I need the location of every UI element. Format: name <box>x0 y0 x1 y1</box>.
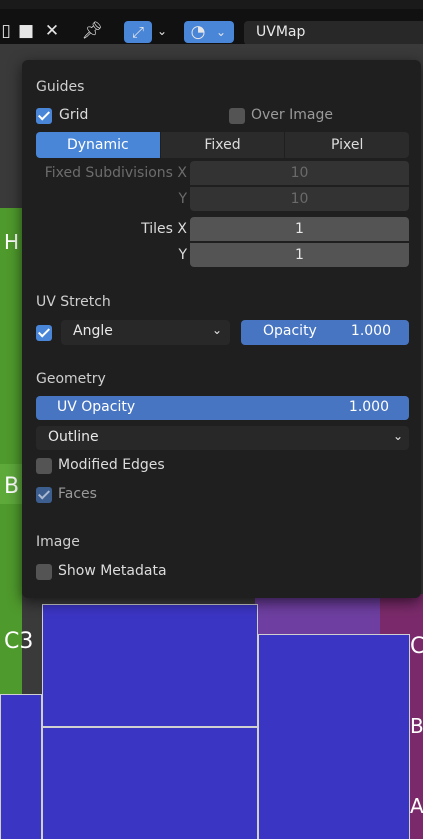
uv-stretch-checkbox[interactable] <box>36 325 52 341</box>
uv-editor-header: ▯ ■ ✕ 📌︎ ⤢ ⌄ ◔ ⌄ UVMap <box>0 0 423 45</box>
chevron-down-icon: ⌄ <box>392 429 403 443</box>
texture-letter: C <box>410 634 423 659</box>
show-metadata-checkbox[interactable] <box>36 564 52 580</box>
tiles-x-label: Tiles X <box>141 221 187 237</box>
fixed-subdivisions-y-label: Y <box>178 191 187 207</box>
over-image-label: Over Image <box>251 107 333 123</box>
uv-stretch-section-title: UV Stretch <box>36 294 111 310</box>
uv-island-top-left[interactable] <box>42 604 258 727</box>
chevron-down-icon[interactable]: ⌄ <box>152 21 172 41</box>
transform-icon: ⤢ <box>131 23 144 41</box>
texture-letter: H <box>4 230 20 254</box>
fixed-subdivisions-y-field[interactable]: 10 <box>190 187 409 211</box>
header-top-strip <box>0 0 423 9</box>
segment-fixed[interactable]: Fixed <box>160 132 285 158</box>
close-icon[interactable]: ✕ <box>40 21 64 41</box>
uv-island-right[interactable] <box>258 634 410 839</box>
segment-dynamic[interactable]: Dynamic <box>36 132 160 158</box>
uvmap-field-value: UVMap <box>256 24 306 40</box>
partial-image-icon[interactable]: ▯ <box>0 21 12 41</box>
guides-section-title: Guides <box>36 79 85 95</box>
uv-opacity-label: UV Opacity <box>57 399 136 415</box>
uv-transform-button[interactable]: ⤢ <box>124 21 152 43</box>
uv-island-left-edge[interactable] <box>0 694 42 839</box>
pin-icon[interactable]: 📌︎ <box>80 21 104 41</box>
tiles-y-label: Y <box>178 247 187 263</box>
geometry-section-title: Geometry <box>36 371 106 387</box>
texture-letter: B <box>4 474 20 499</box>
uv-opacity-value: 1.000 <box>348 399 389 415</box>
uv-opacity-slider[interactable]: UV Opacity 1.000 <box>36 396 409 420</box>
image-icon[interactable]: ■ <box>14 21 38 41</box>
segment-pixel[interactable]: Pixel <box>285 132 409 158</box>
chevron-down-icon: ⌄ <box>211 323 222 337</box>
fixed-subdivisions-x-field[interactable]: 10 <box>190 161 409 185</box>
tiles-y-field[interactable]: 1 <box>190 243 409 267</box>
overlay-icon: ◔ <box>190 22 206 42</box>
uvmap-field[interactable]: UVMap <box>244 21 423 45</box>
texture-region-left <box>0 208 22 698</box>
grid-label: Grid <box>59 107 89 123</box>
faces-checkbox[interactable] <box>36 487 52 503</box>
uv-stretch-mode-dropdown[interactable]: Angle ⌄ <box>61 320 230 345</box>
faces-label: Faces <box>58 486 97 502</box>
modified-edges-label: Modified Edges <box>58 457 165 473</box>
fixed-subdivisions-label: Fixed Subdivisions X <box>44 165 187 181</box>
texture-letter: C3 <box>4 629 34 654</box>
uv-stretch-opacity-value: 1.000 <box>350 323 391 339</box>
grid-checkbox[interactable] <box>36 108 52 124</box>
grid-type-selector: Dynamic Fixed Pixel <box>36 132 409 158</box>
overlays-popover: Guides Grid Over Image Dynamic Fixed Pix… <box>22 60 421 598</box>
overlays-button[interactable]: ◔ ⌄ <box>184 21 234 43</box>
uv-stretch-opacity-slider[interactable]: Opacity 1.000 <box>241 320 409 345</box>
image-section-title: Image <box>36 534 80 550</box>
uv-stretch-mode-value: Angle <box>73 323 113 339</box>
tiles-x-field[interactable]: 1 <box>190 217 409 241</box>
over-image-checkbox[interactable] <box>229 108 245 124</box>
uv-stretch-opacity-label: Opacity <box>263 323 317 339</box>
edge-display-value: Outline <box>48 429 99 445</box>
uv-island-bottom-left[interactable] <box>42 727 258 839</box>
texture-letter: B <box>410 714 423 738</box>
modified-edges-checkbox[interactable] <box>36 458 52 474</box>
show-metadata-label: Show Metadata <box>58 563 167 579</box>
overlays-chevron-down-icon: ⌄ <box>215 25 227 39</box>
texture-letter: A <box>410 794 423 818</box>
edge-display-dropdown[interactable]: Outline ⌄ <box>36 426 409 450</box>
